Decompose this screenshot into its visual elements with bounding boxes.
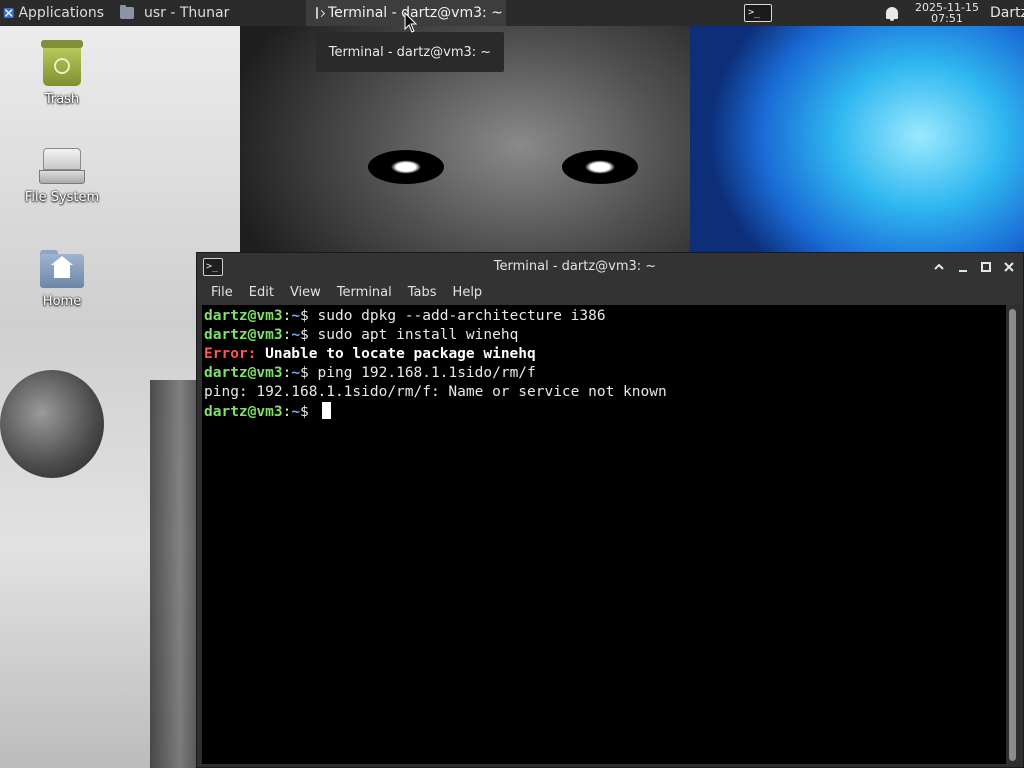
terminal-line: dartz@vm3:~$ sudo apt install winehq [204, 326, 1006, 345]
command-text: ping 192.168.1.1sido/rm/f [317, 365, 536, 381]
prompt-user-host: dartz@vm3 [204, 327, 283, 343]
terminal-output-area[interactable]: dartz@vm3:~$ sudo dpkg --add-architectur… [202, 305, 1006, 764]
text-cursor [321, 402, 331, 419]
maximize-button[interactable] [976, 257, 996, 277]
terminal-line-output: ping: 192.168.1.1sido/rm/f: Name or serv… [204, 383, 1006, 402]
minimize-icon [959, 270, 967, 272]
applications-menu-label: Applications [18, 5, 104, 21]
terminal-window: >_ Terminal - dartz@vm3: ~ File Edit Vie… [196, 252, 1024, 768]
shade-button[interactable] [929, 257, 949, 277]
prompt-separator: : [282, 404, 292, 420]
wallpaper-eye-right [562, 150, 638, 184]
menu-terminal[interactable]: Terminal [329, 281, 400, 305]
menu-view[interactable]: View [282, 281, 329, 305]
terminal-line-error: Error: Unable to locate package winehq [204, 345, 1006, 364]
bell-icon [886, 7, 898, 21]
terminal-launcher-button[interactable]: >_ [742, 3, 774, 23]
drive-icon [39, 148, 85, 184]
maximize-icon [981, 262, 991, 272]
desktop-icon-label: File System [24, 190, 100, 205]
xfce-logo-icon [3, 7, 14, 19]
prompt-path: ~ [291, 327, 301, 343]
clock-time: 07:51 [931, 12, 963, 25]
prompt-symbol: $ [300, 308, 318, 324]
minimize-button[interactable] [953, 257, 973, 277]
taskbar-item-thunar[interactable]: usr - Thunar [110, 0, 306, 26]
folder-icon [120, 5, 134, 19]
menu-tabs[interactable]: Tabs [400, 281, 445, 305]
clock[interactable]: 2025-11-15 07:51 [910, 2, 984, 24]
menu-file[interactable]: File [203, 281, 241, 305]
close-icon [1004, 262, 1014, 272]
notification-button[interactable] [880, 0, 904, 26]
scrollbar-thumb[interactable] [1009, 309, 1016, 761]
prompt-separator: : [282, 308, 292, 324]
terminal-icon [316, 7, 318, 19]
user-name-label: Dartz [990, 5, 1024, 21]
wallpaper-blue-region [690, 26, 1024, 256]
terminal-line: dartz@vm3:~$ ping 192.168.1.1sido/rm/f [204, 364, 1006, 383]
chevron-up-icon [934, 263, 944, 270]
desktop-icon-trash[interactable]: Trash [12, 40, 112, 107]
terminal-line-current-prompt: dartz@vm3:~$ [204, 402, 1006, 421]
prompt-user-host: dartz@vm3 [204, 404, 283, 420]
home-folder-icon [40, 250, 84, 288]
terminal-menu-bar: File Edit View Terminal Tabs Help [197, 281, 1023, 305]
top-panel: Applications usr - Thunar Terminal - dar… [0, 0, 1024, 26]
mouse-pointer-icon [404, 12, 418, 33]
prompt-path: ~ [291, 308, 301, 324]
terminal-title-bar[interactable]: >_ Terminal - dartz@vm3: ~ [197, 253, 1023, 281]
command-text: sudo apt install winehq [317, 327, 519, 343]
prompt-user-host: dartz@vm3 [204, 365, 283, 381]
applications-menu-button[interactable]: Applications [0, 0, 110, 26]
prompt-symbol: $ [300, 404, 318, 420]
prompt-symbol: $ [300, 365, 318, 381]
terminal-scrollbar[interactable] [1008, 309, 1017, 761]
user-menu-button[interactable]: Dartz [984, 0, 1024, 26]
error-message: Unable to locate package winehq [256, 346, 536, 362]
terminal-launcher-icon: >_ [744, 4, 772, 22]
taskbar-item-label: usr - Thunar [144, 5, 230, 21]
prompt-path: ~ [291, 365, 301, 381]
desktop-icon-label: Trash [44, 92, 80, 107]
desktop-icon-label: Home [42, 294, 82, 309]
command-text: sudo dpkg --add-architecture i386 [317, 308, 606, 324]
menu-edit[interactable]: Edit [241, 281, 282, 305]
trash-icon [41, 40, 83, 86]
output-text: ping: 192.168.1.1sido/rm/f: Name or serv… [204, 384, 667, 400]
desktop-icon-home[interactable]: Home [12, 250, 112, 309]
close-button[interactable] [999, 257, 1019, 277]
wallpaper-eye-left [368, 150, 444, 184]
prompt-user-host: dartz@vm3 [204, 308, 283, 324]
prompt-separator: : [282, 365, 292, 381]
menu-help[interactable]: Help [445, 281, 491, 305]
prompt-path: ~ [291, 404, 301, 420]
error-label: Error: [204, 346, 257, 362]
prompt-separator: : [282, 327, 292, 343]
desktop-icon-file-system[interactable]: File System [12, 148, 112, 205]
taskbar-tooltip: Terminal - dartz@vm3: ~ [316, 32, 504, 72]
prompt-symbol: $ [300, 327, 318, 343]
terminal-line: dartz@vm3:~$ sudo dpkg --add-architectur… [204, 307, 1006, 326]
wallpaper-globe [0, 370, 104, 478]
terminal-window-title: Terminal - dartz@vm3: ~ [493, 259, 657, 274]
